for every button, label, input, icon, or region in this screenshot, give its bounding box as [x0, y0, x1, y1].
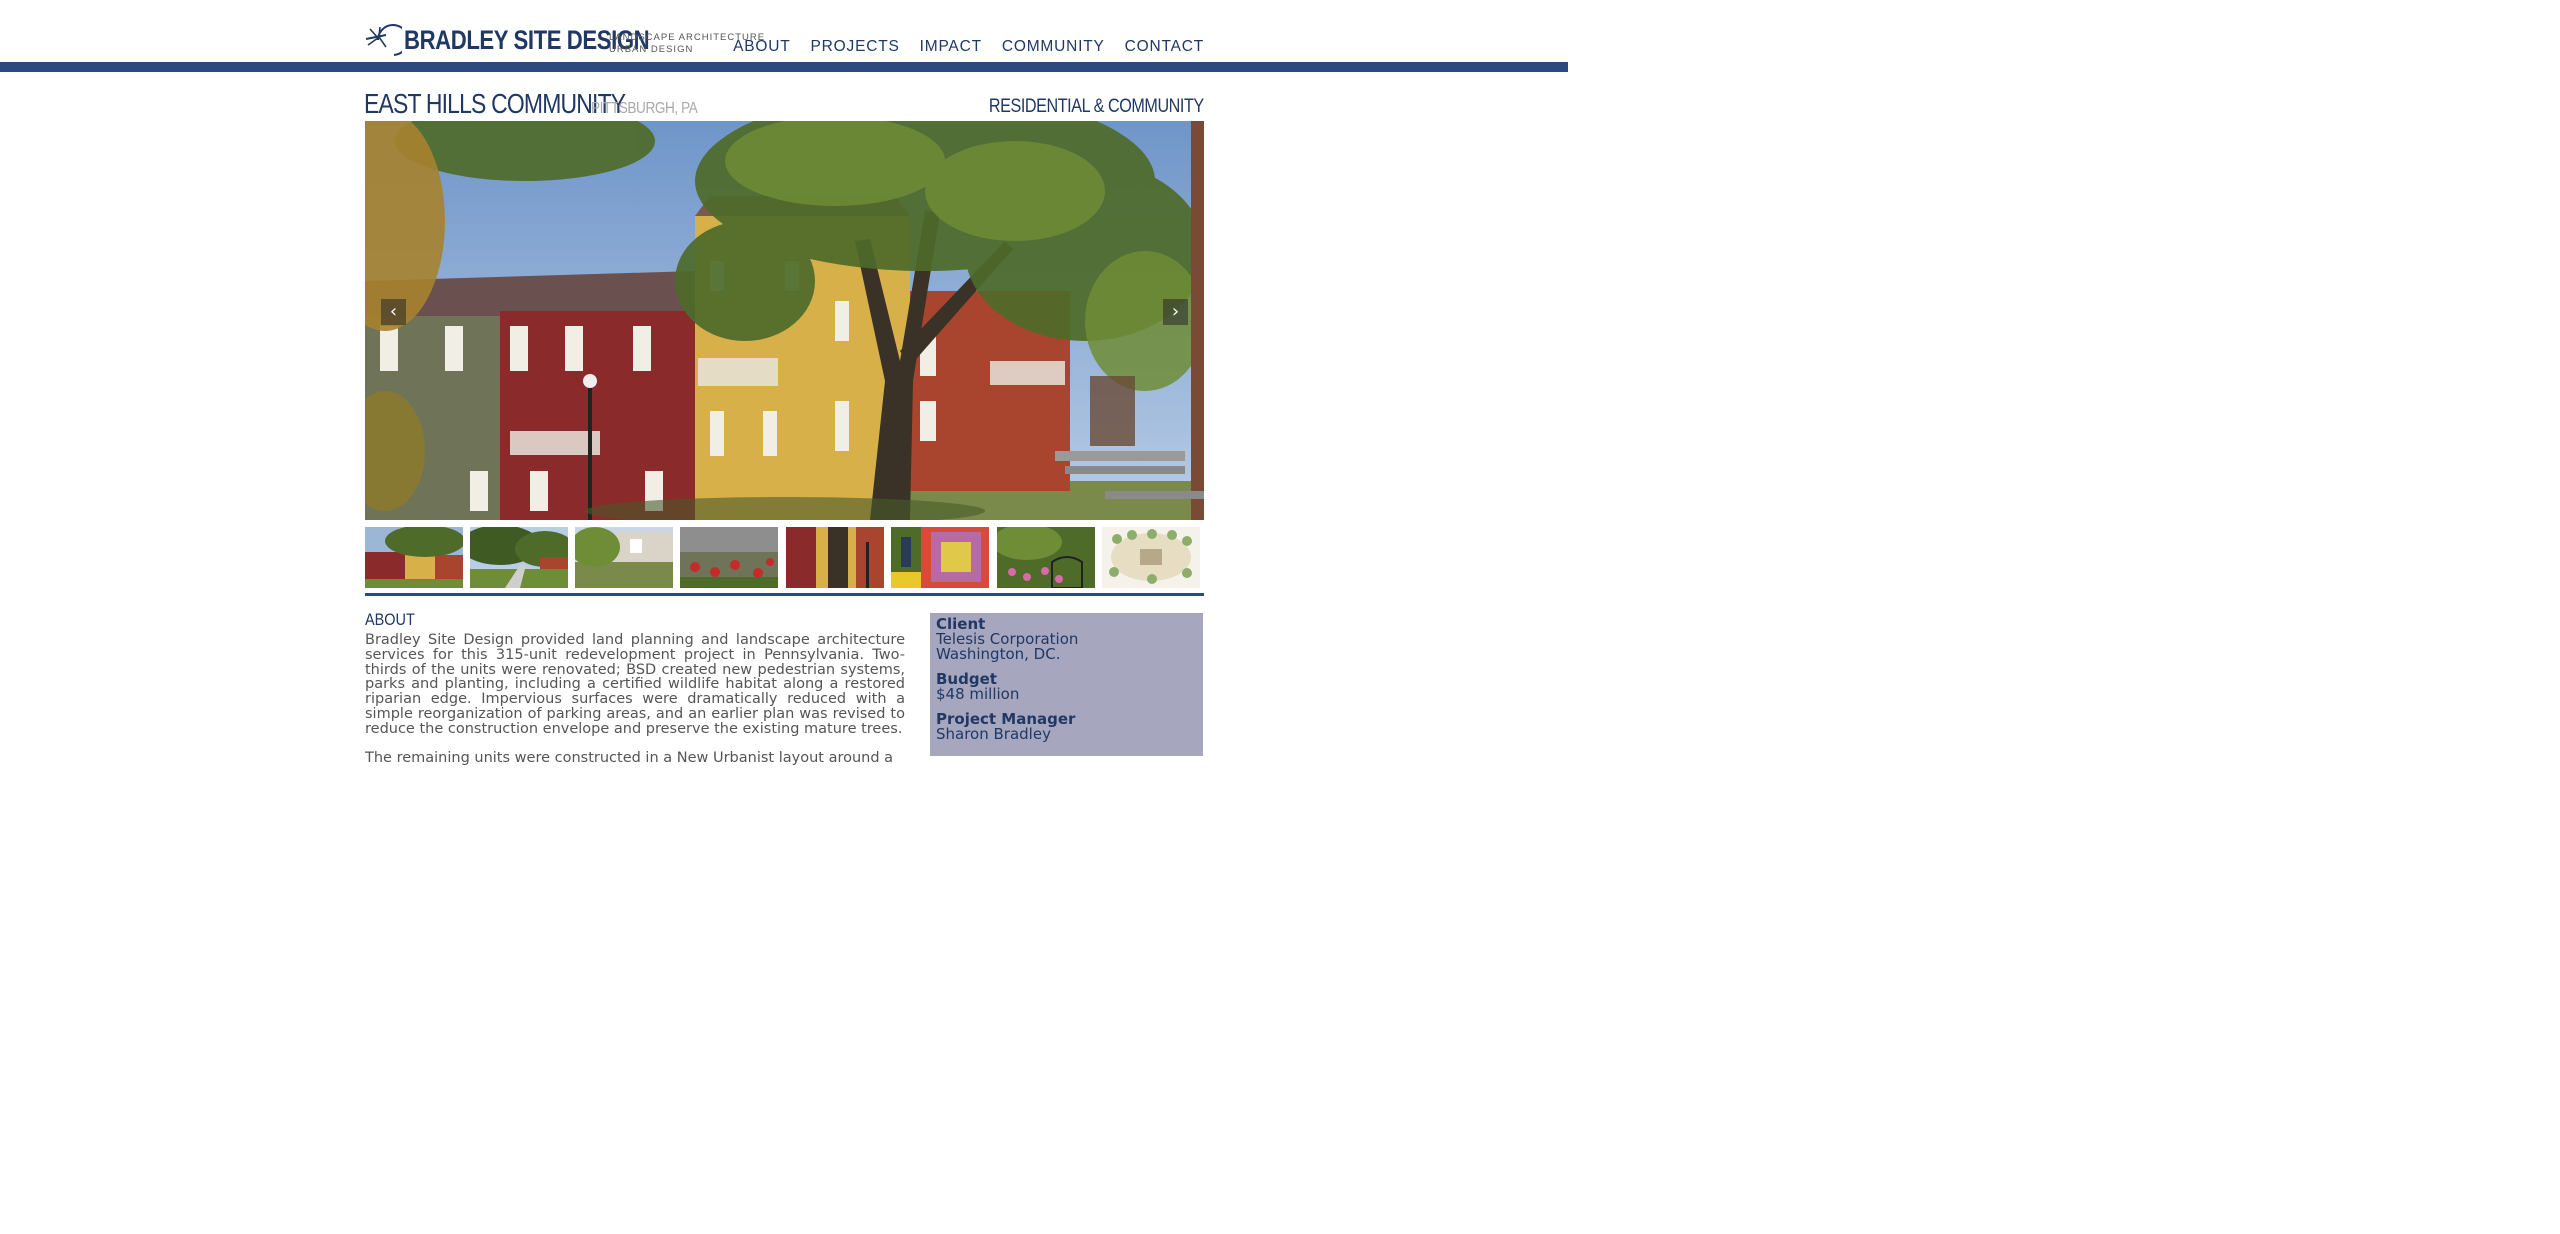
thumbnail-image [680, 527, 778, 588]
header-divider [0, 62, 1568, 72]
main-nav: ABOUT PROJECTS IMPACT COMMUNITY CONTACT [733, 38, 1204, 56]
thumbnail-image [575, 527, 673, 588]
project-location: PITTSBURGH, PA [591, 100, 698, 117]
slider-next-button[interactable]: › [1163, 299, 1188, 325]
hero-slider[interactable]: ‹ › [365, 121, 1204, 520]
project-title: EAST HILLS COMMUNITY [364, 88, 626, 119]
brand-name: BRADLEY SITE DESIGN [404, 24, 650, 55]
nav-about[interactable]: ABOUT [733, 38, 790, 56]
thumbnail-3[interactable] [575, 527, 673, 588]
nav-impact[interactable]: IMPACT [920, 38, 982, 56]
logo[interactable]: BRADLEY SITE DESIGN LANDSCAPE ARCHITECTU… [364, 20, 764, 60]
budget-info: Budget $48 million [936, 672, 1197, 702]
project-info-panel: Client Telesis Corporation Washington, D… [930, 613, 1203, 756]
thumbnail-divider [365, 593, 1204, 596]
thumbnail-image [891, 527, 989, 588]
thumbnail-image [997, 527, 1095, 588]
project-category[interactable]: RESIDENTIAL & COMMUNITY [989, 96, 1204, 118]
manager-value: Sharon Bradley [936, 725, 1051, 743]
nav-community[interactable]: COMMUNITY [1002, 38, 1105, 56]
thumbnail-4[interactable] [680, 527, 778, 588]
about-body: Bradley Site Design provided land planni… [365, 633, 905, 779]
thumbnail-7[interactable] [997, 527, 1095, 588]
thumbnail-2[interactable] [470, 527, 568, 588]
hero-image [365, 121, 1204, 520]
thumbnail-5[interactable] [786, 527, 884, 588]
project-title-group: EAST HILLS COMMUNITY PITTSBURGH, PA [364, 88, 698, 120]
manager-info: Project Manager Sharon Bradley [936, 712, 1197, 742]
thumbnail-8[interactable] [1102, 527, 1200, 588]
client-info: Client Telesis Corporation Washington, D… [936, 617, 1197, 662]
dragonfly-logo-icon [365, 24, 402, 56]
client-location: Washington, DC. [936, 645, 1061, 663]
about-paragraph-1: Bradley Site Design provided land planni… [365, 632, 905, 737]
about-paragraph-2: The remaining units were constructed in … [365, 749, 894, 766]
nav-contact[interactable]: CONTACT [1125, 38, 1204, 56]
thumbnail-6[interactable] [891, 527, 989, 588]
thumbnail-image [470, 527, 568, 588]
budget-value: $48 million [936, 685, 1020, 703]
thumbnail-image [1102, 527, 1200, 588]
thumbnail-1[interactable] [365, 527, 463, 588]
nav-projects[interactable]: PROJECTS [811, 38, 900, 56]
thumbnail-image [786, 527, 884, 588]
slider-prev-button[interactable]: ‹ [381, 299, 406, 325]
about-heading: ABOUT [365, 610, 415, 629]
site-header: BRADLEY SITE DESIGN LANDSCAPE ARCHITECTU… [0, 0, 1568, 62]
thumbnail-image [365, 527, 463, 588]
